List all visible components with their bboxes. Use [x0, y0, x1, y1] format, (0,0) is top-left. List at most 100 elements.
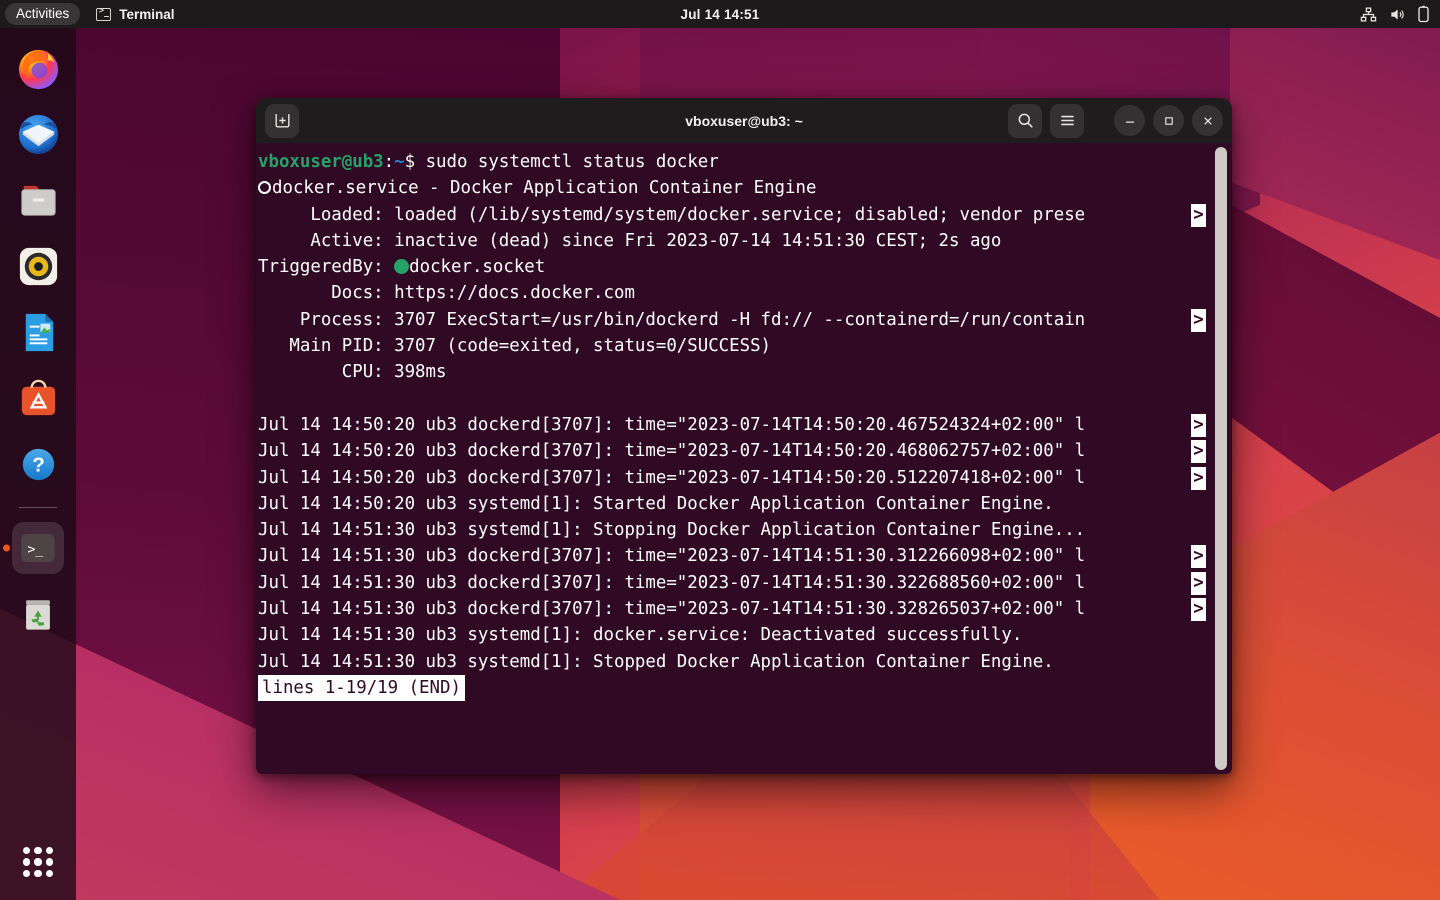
search-icon	[1016, 111, 1035, 130]
trash-icon	[16, 592, 60, 636]
app-menu-label: Terminal	[119, 7, 174, 22]
show-applications-button[interactable]	[18, 842, 58, 882]
process-line: Process: 3707 ExecStart=/usr/bin/dockerd…	[257, 307, 1232, 333]
log-text: Jul 14 14:51:30 ub3 dockerd[3707]: time=…	[258, 599, 1085, 619]
cpu-line: CPU: 398ms	[257, 359, 1232, 385]
log-line: Jul 14 14:50:20 ub3 dockerd[3707]: time=…	[257, 412, 1232, 438]
search-button[interactable]	[1008, 104, 1042, 138]
dock-item-files[interactable]	[12, 174, 64, 226]
triggeredby-label: TriggeredBy:	[258, 257, 394, 277]
svg-text:>_: >_	[28, 542, 44, 557]
prompt-symbol: $	[405, 152, 426, 172]
log-text: Jul 14 14:51:30 ub3 systemd[1]: Stopping…	[258, 520, 1085, 540]
truncation-marker: >	[1191, 572, 1206, 595]
maximize-icon	[1162, 114, 1176, 128]
truncation-marker: >	[1191, 204, 1206, 227]
status-header-line: docker.service - Docker Application Cont…	[257, 175, 1232, 201]
menu-button[interactable]	[1050, 104, 1084, 138]
svg-text:?: ?	[32, 453, 45, 476]
prompt-colon: :	[384, 152, 394, 172]
hamburger-menu-icon	[1058, 111, 1077, 130]
minimize-button[interactable]	[1114, 105, 1145, 136]
gnome-top-bar: Activities Terminal Jul 14 14:51	[0, 0, 1440, 28]
log-line: Jul 14 14:50:20 ub3 dockerd[3707]: time=…	[257, 438, 1232, 464]
log-text: Jul 14 14:50:20 ub3 dockerd[3707]: time=…	[258, 468, 1085, 488]
battery-icon	[1417, 5, 1430, 23]
prompt-path: ~	[394, 152, 404, 172]
dock-item-help[interactable]: ?	[12, 438, 64, 490]
log-text: Jul 14 14:51:30 ub3 dockerd[3707]: time=…	[258, 573, 1085, 593]
truncation-marker: >	[1191, 414, 1206, 437]
mainpid-text: Main PID: 3707 (code=exited, status=0/SU…	[258, 336, 771, 356]
network-icon	[1360, 6, 1377, 23]
terminal-prompt-line: vboxuser@ub3:~$ sudo systemctl status do…	[257, 149, 1232, 175]
docs-text: Docs: https://docs.docker.com	[258, 283, 635, 303]
maximize-button[interactable]	[1153, 105, 1184, 136]
close-button[interactable]	[1192, 105, 1223, 136]
log-line: Jul 14 14:50:20 ub3 systemd[1]: Started …	[257, 491, 1232, 517]
pager-status-line: lines 1-19/19 (END)	[257, 675, 1232, 701]
firefox-icon	[15, 45, 62, 92]
active-text: Active: inactive (dead) since Fri 2023-0…	[258, 231, 1001, 251]
log-line: Jul 14 14:51:30 ub3 dockerd[3707]: time=…	[257, 596, 1232, 622]
terminal-icon	[96, 8, 111, 21]
terminal-app-icon: >_	[17, 527, 59, 569]
log-line: Jul 14 14:51:30 ub3 dockerd[3707]: time=…	[257, 543, 1232, 569]
log-line: Jul 14 14:50:20 ub3 dockerd[3707]: time=…	[257, 465, 1232, 491]
dock-item-terminal[interactable]: >_	[12, 522, 64, 574]
dock-item-firefox[interactable]	[12, 42, 64, 94]
clock[interactable]: Jul 14 14:51	[681, 7, 760, 22]
prompt-user: vboxuser@ub3	[258, 152, 384, 172]
thunderbird-icon	[15, 111, 62, 158]
socket-active-circle-icon	[394, 259, 409, 274]
log-text: Jul 14 14:51:30 ub3 dockerd[3707]: time=…	[258, 546, 1085, 566]
app-menu-terminal[interactable]: Terminal	[96, 7, 174, 22]
terminal-output-area[interactable]: vboxuser@ub3:~$ sudo systemctl status do…	[256, 143, 1232, 774]
triggeredby-line: TriggeredBy: docker.socket	[257, 254, 1232, 280]
rhythmbox-icon	[15, 243, 62, 290]
triggeredby-unit: docker.socket	[409, 257, 545, 277]
dock-item-libreoffice-writer[interactable]	[12, 306, 64, 358]
terminal-command: sudo systemctl status docker	[426, 152, 719, 172]
dock-item-trash[interactable]	[12, 588, 64, 640]
log-text: Jul 14 14:51:30 ub3 systemd[1]: docker.s…	[258, 625, 1022, 645]
loaded-line: Loaded: loaded (/lib/systemd/system/dock…	[257, 202, 1232, 228]
log-line: Jul 14 14:51:30 ub3 systemd[1]: Stopped …	[257, 649, 1232, 675]
new-tab-icon	[273, 111, 292, 130]
libreoffice-writer-icon	[15, 309, 62, 356]
blank-line	[257, 386, 1232, 412]
new-tab-button[interactable]	[265, 104, 299, 138]
service-headline: docker.service - Docker Application Cont…	[272, 178, 816, 198]
process-text: Process: 3707 ExecStart=/usr/bin/dockerd…	[258, 310, 1085, 330]
close-icon	[1201, 114, 1215, 128]
volume-icon	[1388, 6, 1406, 23]
truncation-marker: >	[1191, 309, 1206, 332]
terminal-window: vboxuser@ub3: ~	[256, 98, 1232, 774]
truncation-marker: >	[1191, 467, 1206, 490]
log-text: Jul 14 14:50:20 ub3 dockerd[3707]: time=…	[258, 441, 1085, 461]
log-text: Jul 14 14:50:20 ub3 dockerd[3707]: time=…	[258, 415, 1085, 435]
log-text: Jul 14 14:50:20 ub3 systemd[1]: Started …	[258, 494, 1054, 514]
dock-item-rhythmbox[interactable]	[12, 240, 64, 292]
window-titlebar: vboxuser@ub3: ~	[256, 98, 1232, 143]
docs-line: Docs: https://docs.docker.com	[257, 280, 1232, 306]
log-text: Jul 14 14:51:30 ub3 systemd[1]: Stopped …	[258, 652, 1054, 672]
desktop-screen: Activities Terminal Jul 14 14:51	[0, 0, 1440, 900]
status-circle-icon	[258, 181, 271, 194]
pager-status: lines 1-19/19 (END)	[258, 675, 465, 701]
help-icon: ?	[15, 441, 62, 488]
log-line: Jul 14 14:51:30 ub3 systemd[1]: Stopping…	[257, 517, 1232, 543]
cpu-text: CPU: 398ms	[258, 362, 446, 382]
activities-button[interactable]: Activities	[5, 3, 80, 25]
ubuntu-software-icon	[15, 375, 62, 422]
dock-separator	[19, 507, 57, 508]
log-line: Jul 14 14:51:30 ub3 systemd[1]: docker.s…	[257, 622, 1232, 648]
system-menu[interactable]	[1360, 5, 1430, 23]
dock-item-ubuntu-software[interactable]	[12, 372, 64, 424]
terminal-scrollbar[interactable]	[1215, 147, 1227, 770]
truncation-marker: >	[1191, 440, 1206, 463]
truncation-marker: >	[1191, 545, 1206, 568]
files-icon	[15, 177, 62, 224]
dock-item-thunderbird[interactable]	[12, 108, 64, 160]
active-line: Active: inactive (dead) since Fri 2023-0…	[257, 228, 1232, 254]
